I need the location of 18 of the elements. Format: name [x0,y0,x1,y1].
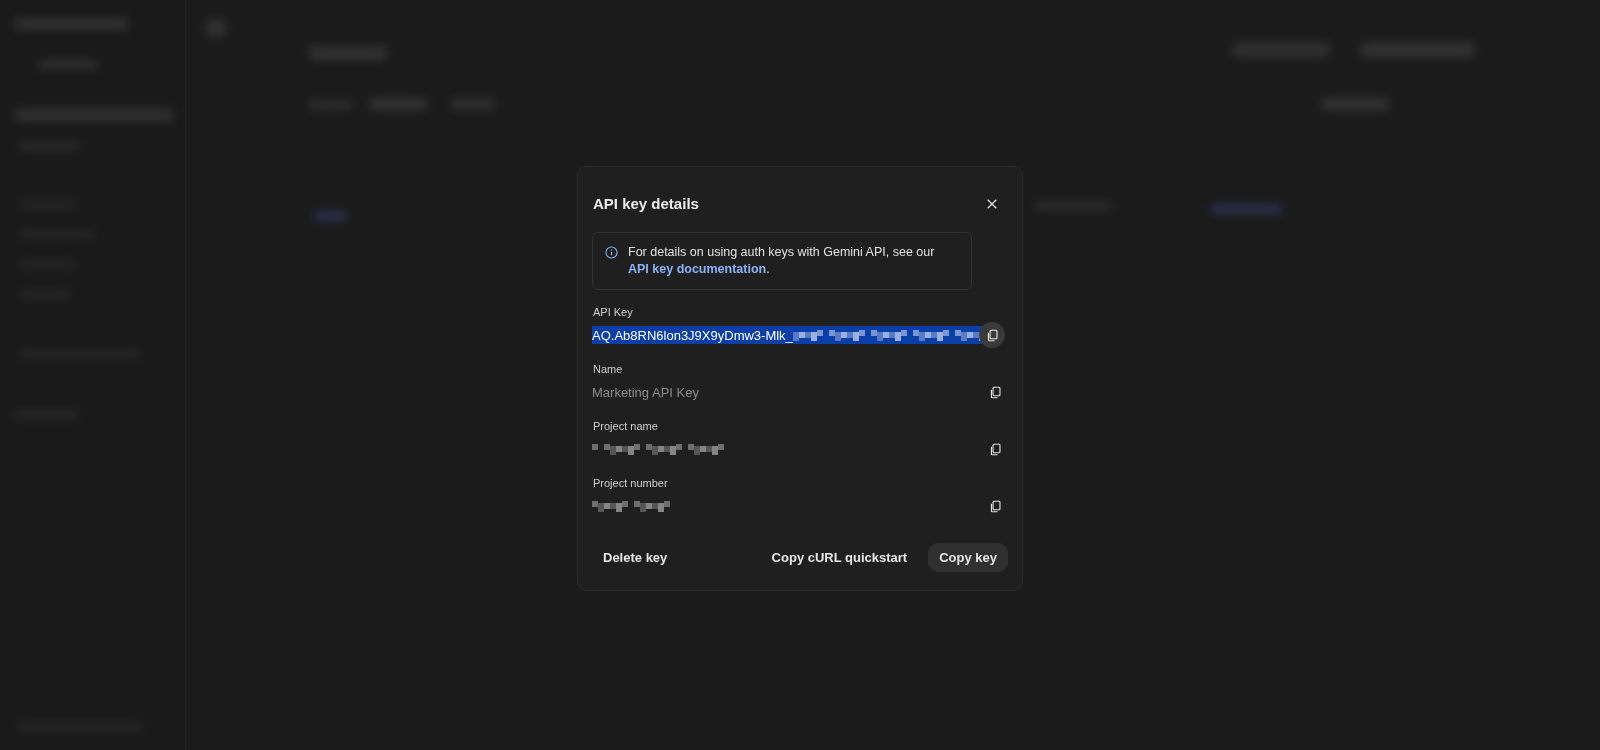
copy-icon [988,499,1002,513]
copy-icon [988,442,1002,456]
text-button[interactable]: Delete key [592,543,679,572]
text-button[interactable]: Copy cURL quickstart [760,543,919,572]
field-label: Project name [592,420,659,432]
info-icon [605,246,618,259]
copy-icon [988,385,1002,399]
field-label: Name [592,363,624,375]
info-text: For details on using auth keys with Gemini API, see our API key documentation. [628,244,935,278]
copy-icon [985,328,999,342]
dialog-title: API key details [593,195,699,212]
copy-key-button[interactable]: Copy key [928,543,1008,572]
copy-button[interactable] [979,322,1005,348]
field-value: Marketing API Key [592,384,699,400]
field-label: Project number [592,477,669,489]
field-label: API Key [592,306,634,318]
close-icon[interactable] [986,197,998,210]
field-value: AQ.Ab8RN6lon3J9X9yDmw3-Mlk_ [592,327,793,343]
